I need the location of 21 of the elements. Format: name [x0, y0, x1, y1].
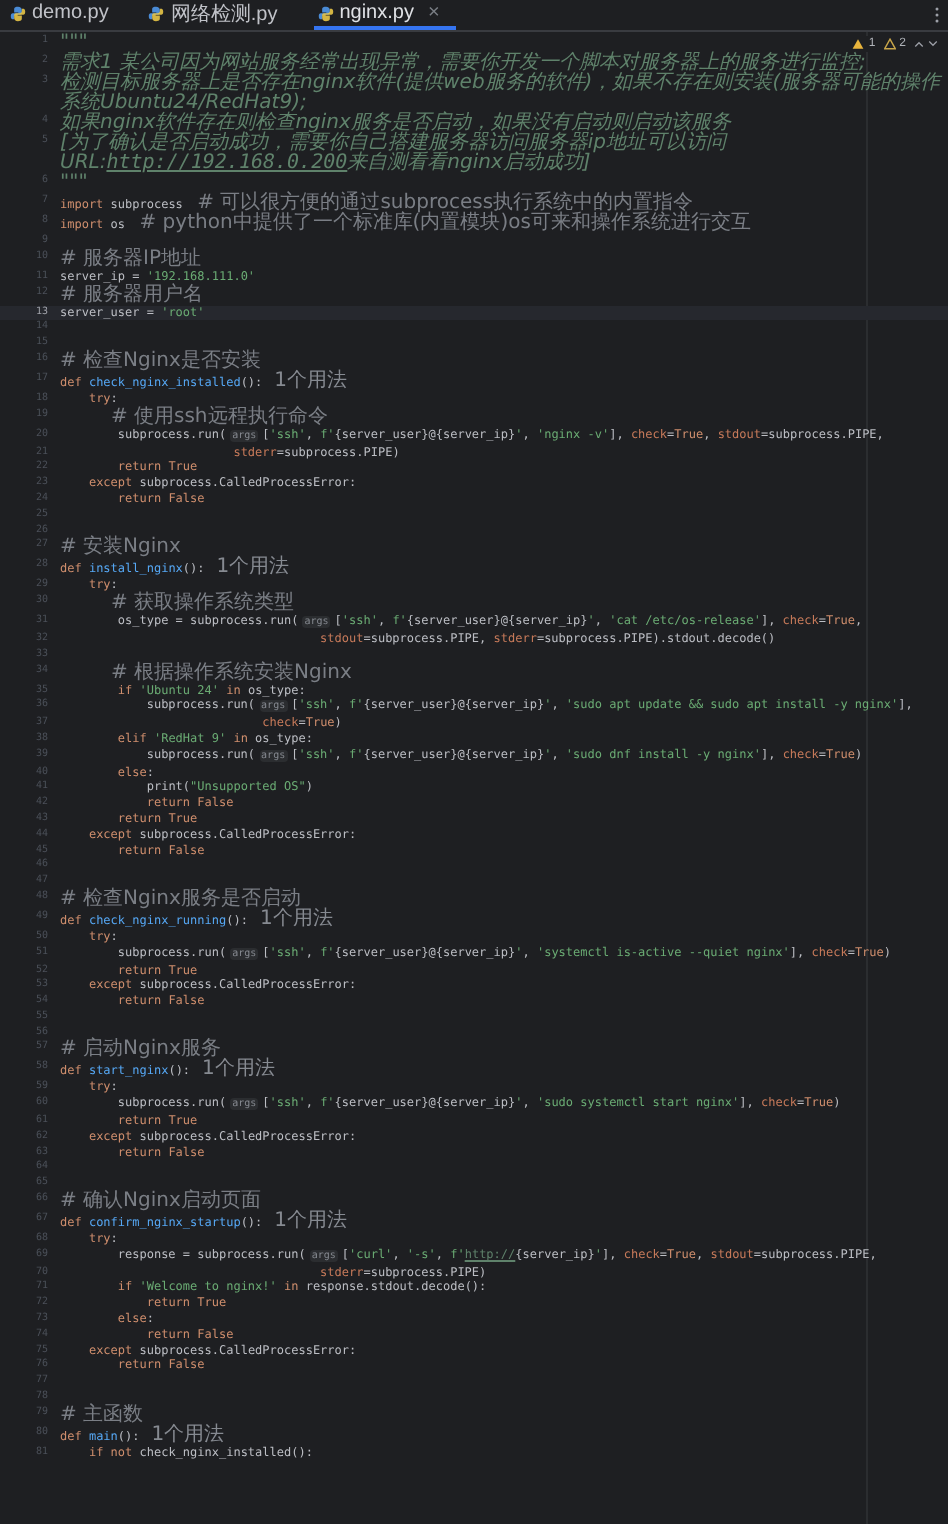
file-tab[interactable]: 网络检测.py — [144, 0, 294, 30]
url-link[interactable]: http://192.168.0.200 — [106, 152, 348, 174]
usage-hint[interactable]: 1个用法 — [216, 556, 290, 579]
chevron-down-icon[interactable] — [928, 40, 938, 48]
code-text: """ — [60, 178, 88, 192]
warning-icon — [852, 38, 865, 50]
usage-hint[interactable]: 1个用法 — [202, 1058, 275, 1081]
file-icon — [10, 5, 26, 21]
chevron-up-icon[interactable] — [914, 40, 924, 48]
file-icon — [148, 5, 165, 21]
more-options-icon[interactable] — [934, 6, 940, 24]
file-tab[interactable]: nginx.py × — [313, 0, 456, 30]
file-tab[interactable]: demo.py — [6, 0, 125, 30]
code-text: """ — [60, 38, 88, 52]
usage-hint[interactable]: 1个用法 — [274, 1210, 348, 1233]
usage-hint[interactable]: 1个用法 — [259, 907, 333, 930]
weak-warning-icon — [883, 38, 896, 50]
file-icon — [317, 5, 334, 21]
close-tab-icon[interactable]: × — [427, 2, 440, 24]
usage-hint[interactable]: 1个用法 — [274, 369, 348, 392]
usage-hint[interactable]: 1个用法 — [151, 1423, 225, 1446]
